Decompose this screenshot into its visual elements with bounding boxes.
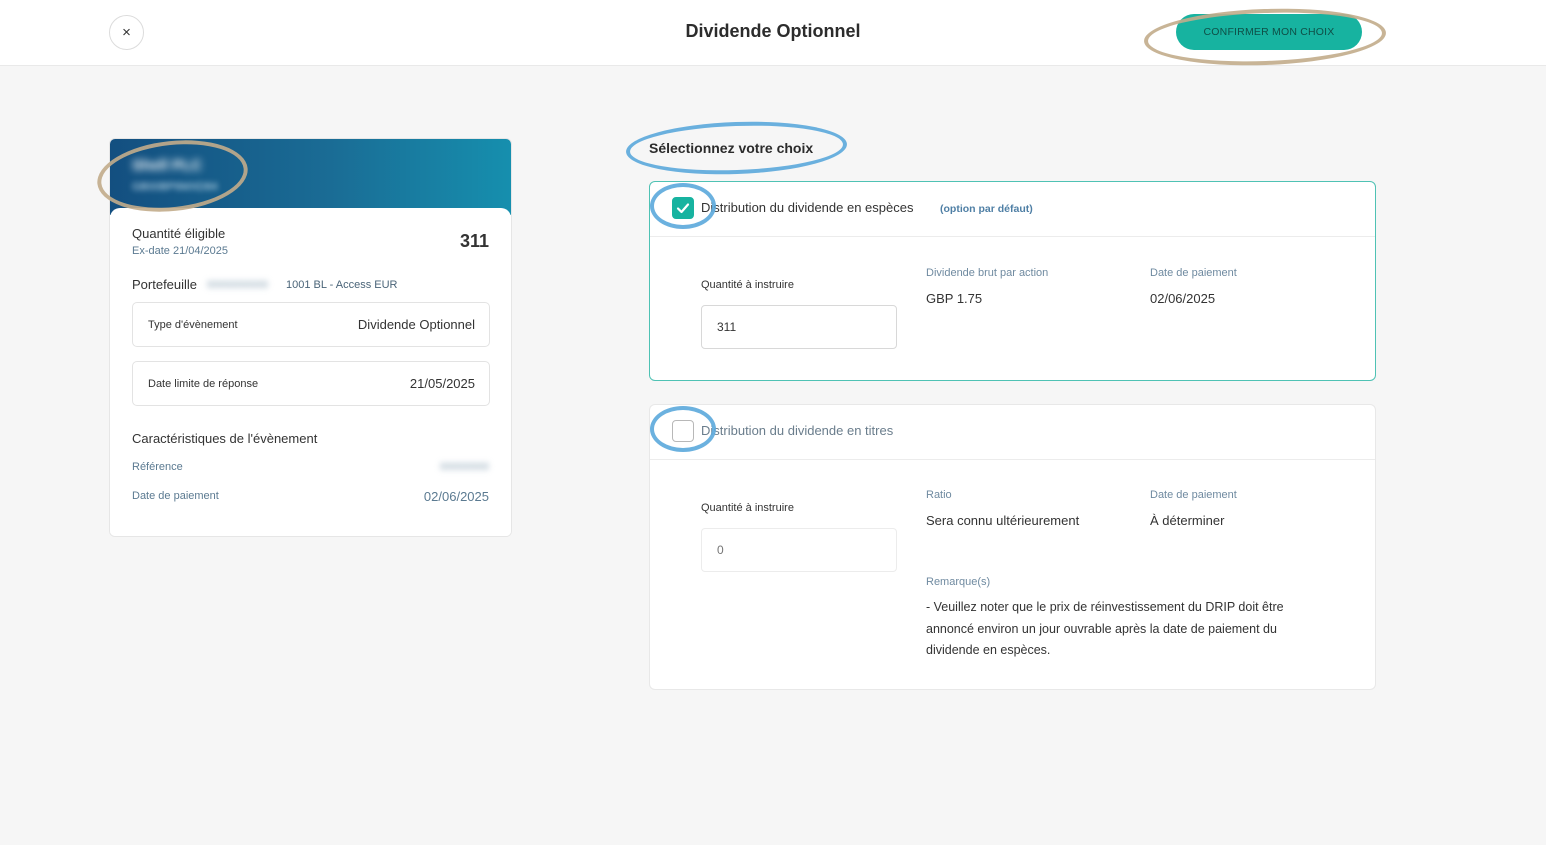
option-shares-checkbox[interactable] bbox=[672, 420, 694, 442]
eligible-qty-value: 311 bbox=[459, 231, 489, 251]
company-banner: Shell PLC GB00BP6MXD84 bbox=[110, 139, 511, 215]
ex-date: Ex-date 21/04/2025 bbox=[132, 245, 229, 257]
payment-date-value: À déterminer bbox=[1150, 513, 1225, 528]
company-isin: GB00BP6MXD84 bbox=[132, 181, 218, 193]
payment-date-label: Date de paiement bbox=[1150, 267, 1237, 279]
remark-text: - Veuillez noter que le prix de réinvest… bbox=[926, 600, 1284, 657]
gross-dividend-label: Dividende brut par action bbox=[926, 267, 1049, 279]
qty-label: Quantité à instruire bbox=[701, 502, 794, 514]
company-name: Shell PLC bbox=[132, 157, 203, 174]
eligible-qty-label: Quantité éligible bbox=[132, 226, 226, 241]
deadline-value: 21/05/2025 bbox=[409, 376, 475, 391]
card-body: Quantité éligible Ex-date 21/04/2025 311… bbox=[110, 208, 511, 536]
deadline-box: Date limite de réponse 21/05/2025 bbox=[132, 361, 490, 406]
option-cash-card[interactable]: Distribution du dividende en espèces (op… bbox=[649, 181, 1376, 381]
option-shares-label: Distribution du dividende en titres bbox=[701, 423, 894, 438]
qty-label: Quantité à instruire bbox=[701, 279, 794, 291]
default-option-tag: (option par défaut) bbox=[940, 203, 1033, 215]
event-type-value: Dividende Optionnel bbox=[357, 317, 475, 332]
deadline-label: Date limite de réponse bbox=[148, 378, 259, 390]
payment-date-value: 02/06/2025 bbox=[1150, 291, 1216, 306]
event-summary-card: Shell PLC GB00BP6MXD84 Quantité éligible… bbox=[109, 138, 512, 537]
portfolio-name: 1001 BL - Access EUR bbox=[286, 279, 398, 291]
shares-qty-input[interactable] bbox=[701, 528, 897, 572]
payment-date-label: Date de paiement bbox=[1150, 489, 1237, 501]
event-type-box: Type d'évènement Dividende Optionnel bbox=[132, 302, 490, 347]
top-bar: × Dividende Optionnel CONFIRMER MON CHOI… bbox=[0, 0, 1546, 70]
gross-dividend-value: GBP 1.75 bbox=[926, 291, 983, 306]
option-shares-card[interactable]: Distribution du dividende en titres Quan… bbox=[649, 404, 1376, 690]
section-title: Sélectionnez votre choix bbox=[649, 140, 814, 156]
payment-date-label: Date de paiement bbox=[132, 490, 219, 502]
option-cash-header[interactable]: Distribution du dividende en espèces (op… bbox=[650, 182, 1375, 237]
ratio-label: Ratio bbox=[926, 489, 952, 501]
payment-date-value: 02/06/2025 bbox=[423, 489, 489, 504]
event-type-label: Type d'évènement bbox=[148, 319, 238, 331]
portfolio-label: Portefeuille bbox=[132, 277, 198, 292]
reference-value: 00000000 bbox=[440, 461, 489, 473]
ratio-value: Sera connu ultérieurement bbox=[926, 513, 1080, 528]
reference-label: Référence bbox=[132, 461, 183, 473]
confirm-choice-button[interactable]: CONFIRMER MON CHOIX bbox=[1176, 14, 1362, 50]
option-shares-header[interactable]: Distribution du dividende en titres bbox=[650, 405, 1375, 460]
remark-label: Remarque(s) bbox=[926, 576, 991, 588]
characteristics-title: Caractéristiques de l'évènement bbox=[132, 431, 318, 446]
cash-qty-input[interactable] bbox=[701, 305, 897, 349]
check-icon bbox=[676, 203, 690, 214]
portfolio-id: 0000000000 bbox=[207, 279, 269, 291]
option-cash-label: Distribution du dividende en espèces bbox=[701, 200, 914, 215]
option-cash-checkbox[interactable] bbox=[672, 197, 694, 219]
